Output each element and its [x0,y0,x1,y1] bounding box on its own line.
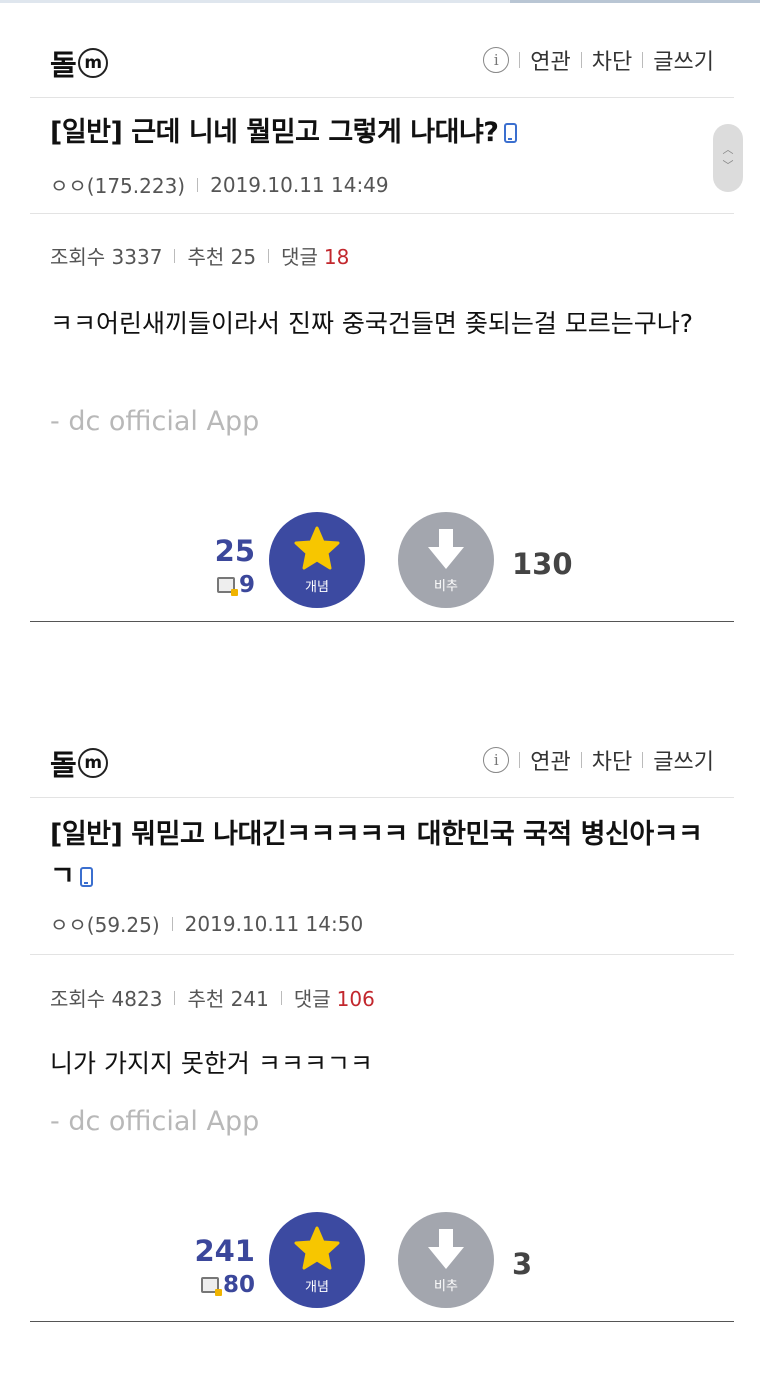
info-icon[interactable]: i [483,747,510,773]
upvote-button[interactable]: 개념 [269,512,365,608]
down-arrow-icon [428,1228,464,1269]
gallery-name[interactable]: 돌m [50,742,108,784]
divider [580,752,582,768]
divider [580,52,582,68]
chevron-up-icon[interactable]: ︿ [723,142,734,158]
gallery-menu: i 연관 차단 글쓰기 [483,44,714,76]
upvote-label: 개념 [305,1279,329,1295]
upvote-label: 개념 [305,579,329,595]
down-arrow-icon [428,528,464,569]
fixed-upvote-value: 9 [238,572,255,598]
upvote-button[interactable]: 개념 [269,1212,365,1308]
divider [268,248,270,263]
comments-link[interactable]: 댓글 18 [281,241,349,270]
gallery-name[interactable]: 돌m [50,42,108,84]
block-button[interactable]: 차단 [592,744,632,776]
divider [642,752,644,768]
recommend-count: 추천 241 [187,987,269,1011]
write-button[interactable]: 글쓰기 [653,44,714,76]
gallery-header: 돌m i 연관 차단 글쓰기 [30,30,734,98]
author-name[interactable]: ㅇㅇ(175.223) [50,170,185,199]
vote-section: 241 80 개념 비추 3 [30,1192,734,1322]
comments-label: 댓글 [293,987,331,1011]
view-count: 조회수 3337 [50,245,163,269]
post-datetime: 2019.10.11 14:49 [210,172,389,197]
fixed-user-icon [200,1277,222,1296]
divider [519,752,521,768]
downvote-count: 3 [512,1247,533,1281]
top-progress-segment [510,0,760,3]
divider [519,52,521,68]
upvote-count: 25 [214,534,255,568]
related-button[interactable]: 연관 [530,44,570,76]
downvote-button[interactable]: 비추 [398,512,494,608]
write-button[interactable]: 글쓰기 [653,744,714,776]
divider [171,916,173,931]
gallery-name-label: 돌 [50,748,77,782]
gallery-header: 돌m i 연관 차단 글쓰기 [30,730,734,798]
comments-link[interactable]: 댓글 106 [294,983,375,1012]
divider [174,248,176,263]
related-button[interactable]: 연관 [530,744,570,776]
gallery-menu: i 연관 차단 글쓰기 [483,744,714,776]
fixed-upvote-value: 80 [222,1272,255,1298]
post-content: 니가 가지지 못한거 ㅋㅋㅋㄱㅋ [50,1049,373,1078]
app-signature: - dc official App [50,1106,260,1137]
post-title: [일반] 뭐믿고 나대긴ㅋㅋㅋㅋㅋ 대한민국 국적 병신아ㅋㅋㄱ [50,814,720,898]
fixed-upvote-count: 80 [175,1272,255,1298]
comments-label: 댓글 [281,245,318,269]
post-title-text: [일반] 근데 니네 뭘믿고 그렇게 나대냐? [50,117,499,148]
divider [280,990,282,1005]
vote-section: 25 9 개념 비추 130 [30,492,734,622]
divider [197,177,199,192]
gallery-name-label: 돌 [50,48,77,82]
mobile-phone-icon [80,867,94,887]
post-datetime: 2019.10.11 14:50 [184,911,364,936]
downvote-button[interactable]: 비추 [398,1212,494,1308]
star-icon [294,1226,340,1269]
downvote-label: 비추 [434,1278,458,1294]
comment-count: 18 [323,245,350,269]
post-title-box: [일반] 뭐믿고 나대긴ㅋㅋㅋㅋㅋ 대한민국 국적 병신아ㅋㅋㄱ ㅇㅇ(59.2… [30,798,734,955]
author-name[interactable]: ㅇㅇ(59.25) [50,909,160,938]
fixed-user-icon [216,577,238,596]
view-count: 조회수 4823 [50,987,163,1011]
post-stats: 조회수 4823 추천 241 댓글 106 [50,983,375,1012]
post-title-text: [일반] 뭐믿고 나대긴ㅋㅋㅋㅋㅋ 대한민국 국적 병신아ㅋㅋㄱ [50,819,703,892]
mobile-phone-icon [504,123,518,143]
downvote-count: 130 [512,547,573,581]
chevron-down-icon[interactable]: ﹀ [723,158,734,174]
recommend-count: 추천 25 [187,245,257,269]
downvote-label: 비추 [434,578,458,594]
block-button[interactable]: 차단 [592,44,632,76]
minor-gallery-badge-icon: m [77,748,108,778]
post-content: ㅋㅋ어린새끼들이라서 진짜 중국건들면 좆되는걸 모르는구나? [50,309,694,338]
post-meta: ㅇㅇ(59.25) 2019.10.11 14:50 [50,909,363,938]
comment-count: 106 [336,987,375,1011]
post-title: [일반] 근데 니네 뭘믿고 그렇게 나대냐? [50,112,720,154]
info-icon[interactable]: i [483,47,510,73]
minor-gallery-badge-icon: m [77,48,108,78]
post-title-box: [일반] 근데 니네 뭘믿고 그렇게 나대냐? ㅇㅇ(175.223) 2019… [30,98,734,214]
top-progress-line [0,0,760,3]
divider [642,52,644,68]
post-stats: 조회수 3337 추천 25 댓글 18 [50,241,349,270]
divider [174,990,176,1005]
fixed-upvote-count: 9 [175,572,255,598]
upvote-count: 241 [194,1234,255,1268]
star-icon [294,526,340,569]
post-meta: ㅇㅇ(175.223) 2019.10.11 14:49 [50,170,389,199]
app-signature: - dc official App [50,406,260,437]
scroll-navigator[interactable]: ︿ ﹀ [713,124,743,192]
